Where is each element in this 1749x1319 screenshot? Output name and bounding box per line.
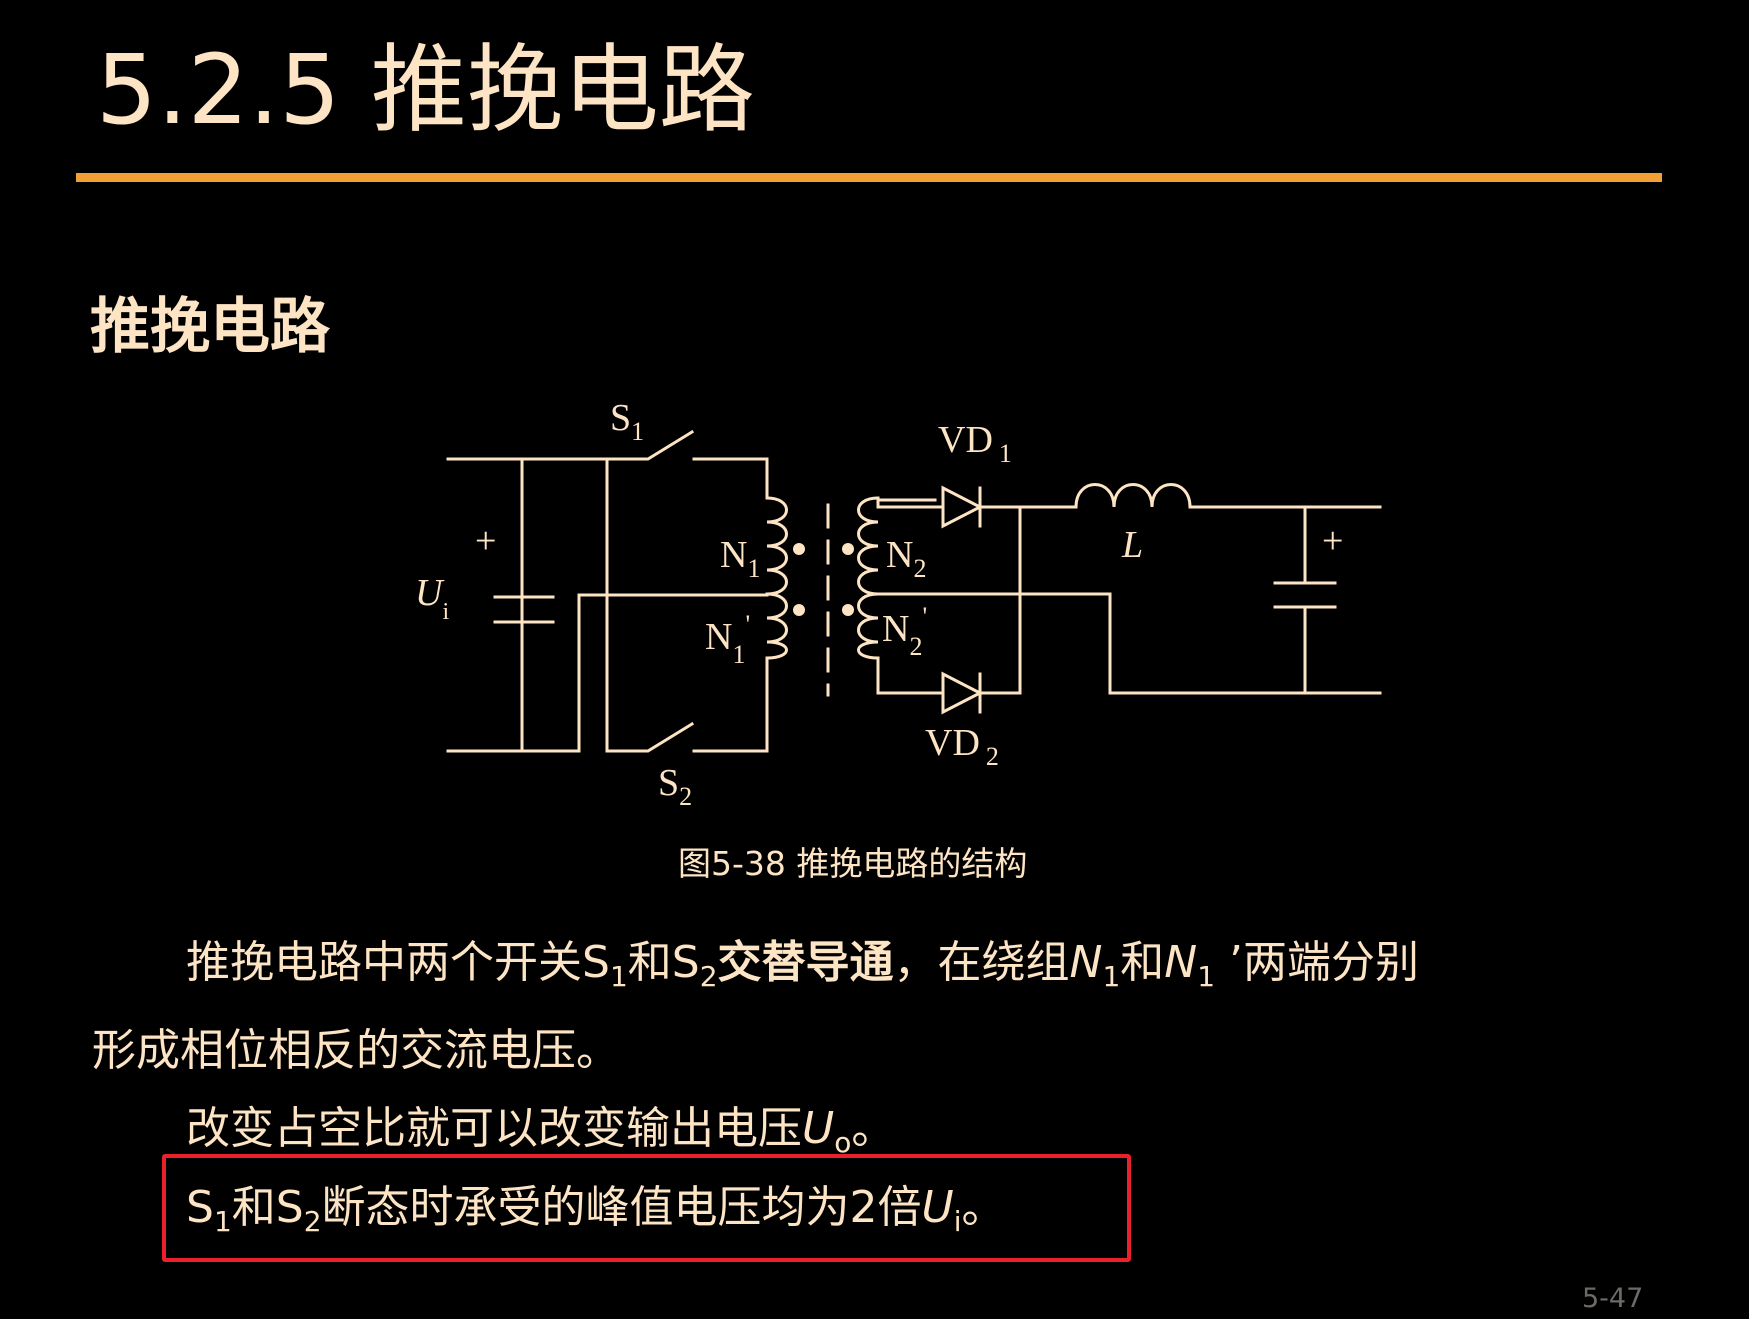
diode-vd1 bbox=[941, 485, 984, 529]
figure-caption: 图5-38 推挽电路的结构 bbox=[678, 844, 1028, 883]
label-vd1: VD 1 bbox=[938, 419, 1012, 468]
primary-winding-n1 bbox=[765, 496, 788, 596]
slide-title: 5.2.5 推挽电路 bbox=[96, 34, 755, 146]
label-vd2: VD 2 bbox=[925, 722, 999, 771]
polarity-dot bbox=[793, 543, 805, 555]
paragraph-2: 形成相位相反的交流电压。 bbox=[92, 1025, 620, 1076]
paragraph-3: 改变占空比就可以改变输出电压Uo。 bbox=[186, 1103, 896, 1159]
push-pull-circuit-diagram: S1 S2 VD 1 VD 2 N1 N1' N2 N2' L Ui + + bbox=[415, 397, 1382, 811]
primary-winding-n1-prime bbox=[765, 592, 788, 660]
label-n1-prime: N1' bbox=[705, 610, 750, 669]
input-bottom-wire bbox=[446, 593, 581, 753]
diode-vd2 bbox=[941, 671, 984, 715]
input-top-wire bbox=[446, 457, 609, 487]
secondary-bottom-lead bbox=[876, 656, 937, 695]
emphasis-alternate-conduction: 交替导通 bbox=[717, 937, 894, 988]
title-underline bbox=[76, 173, 1662, 182]
label-s2: S2 bbox=[658, 762, 692, 811]
switch-s2 bbox=[605, 483, 769, 753]
section-heading: 推挽电路 bbox=[90, 292, 330, 362]
inductor-l bbox=[1018, 483, 1382, 509]
secondary-winding-n2-prime bbox=[857, 592, 880, 660]
polarity-dot bbox=[793, 604, 805, 616]
label-input-plus: + bbox=[475, 520, 496, 562]
label-output-plus: + bbox=[1322, 520, 1343, 562]
highlight-box bbox=[162, 1154, 1131, 1262]
secondary-top-lead bbox=[876, 496, 937, 502]
label-inductor: L bbox=[1121, 524, 1143, 566]
polarity-dot bbox=[842, 604, 854, 616]
label-n2-prime: N2' bbox=[882, 602, 927, 661]
label-n2: N2 bbox=[886, 534, 926, 583]
label-n1: N1 bbox=[720, 534, 760, 583]
secondary-winding-n2 bbox=[857, 496, 880, 596]
paragraph-1: 推挽电路中两个开关S1和S2交替导通，在绕组N1和N1 ’两端分别 bbox=[186, 937, 1420, 993]
page-number: 5-47 bbox=[1582, 1283, 1644, 1314]
label-input-voltage: Ui bbox=[415, 572, 449, 625]
polarity-dot bbox=[842, 543, 854, 555]
label-s1: S1 bbox=[610, 397, 644, 446]
